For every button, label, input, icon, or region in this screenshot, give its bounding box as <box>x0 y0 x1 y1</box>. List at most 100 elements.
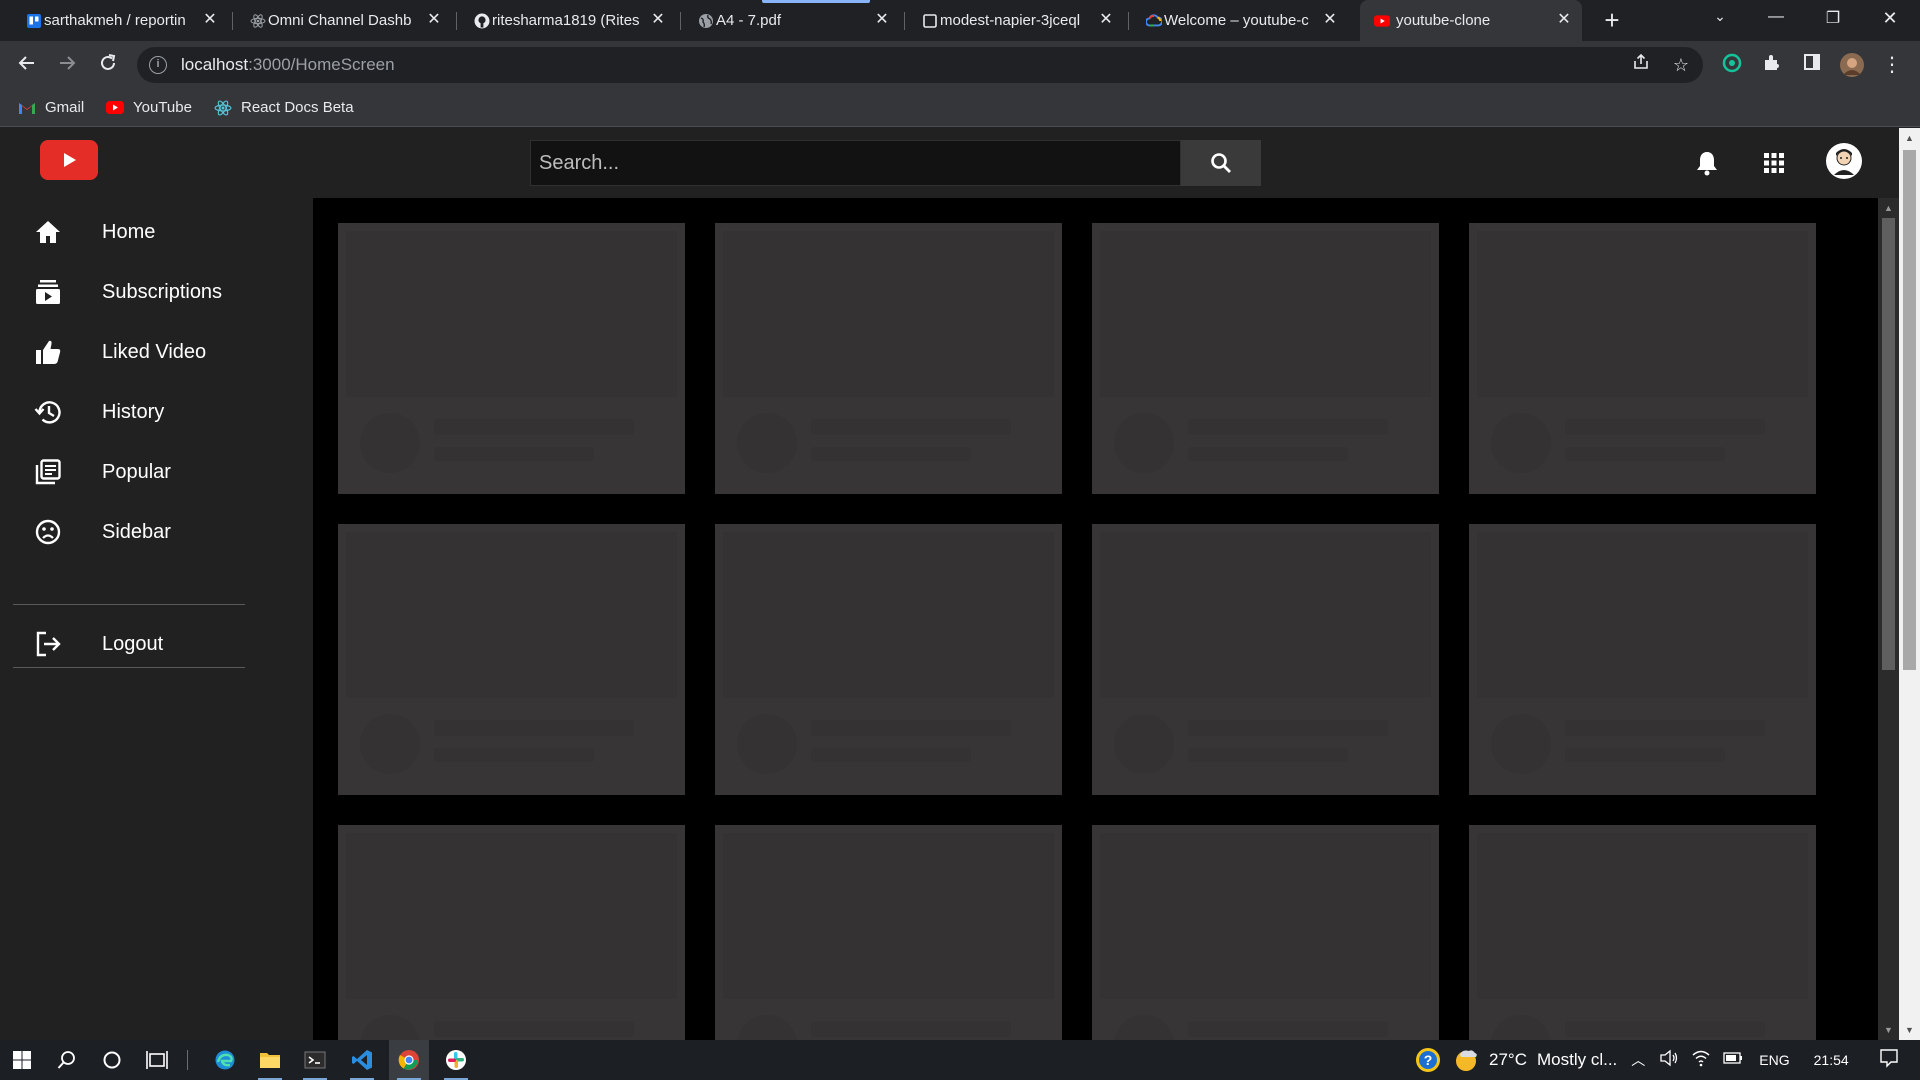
scroll-down-arrow[interactable]: ▼ <box>1878 1022 1899 1038</box>
video-card-skeleton[interactable] <box>338 524 685 795</box>
slack-icon <box>446 1050 466 1070</box>
taskbar-search-button[interactable] <box>47 1040 87 1080</box>
video-card-skeleton[interactable] <box>715 825 1062 1040</box>
video-thumbnail-placeholder <box>1100 231 1431 397</box>
grammarly-extension-icon[interactable] <box>1720 53 1744 77</box>
sidebar-item-sidebar[interactable]: Sidebar <box>0 508 313 556</box>
close-icon[interactable]: ✕ <box>426 12 442 28</box>
battery-icon[interactable] <box>1723 1051 1743 1069</box>
sidebar-item-liked-video[interactable]: Liked Video <box>0 328 313 376</box>
taskbar-slack[interactable] <box>436 1040 476 1080</box>
sidebar-item-subscriptions[interactable]: Subscriptions <box>0 268 313 316</box>
close-window-button[interactable]: ✕ <box>1870 8 1910 32</box>
video-card-skeleton[interactable] <box>1092 825 1439 1040</box>
bookmark-star-icon[interactable]: ☆ <box>1669 53 1693 77</box>
sidebar-item-history[interactable]: History <box>0 388 313 436</box>
tab-6[interactable]: Welcome – youtube-c ✕ <box>1138 0 1348 41</box>
channel-avatar-placeholder <box>1491 714 1551 774</box>
close-icon[interactable]: ✕ <box>874 12 890 28</box>
info-icon[interactable]: i <box>149 56 167 74</box>
restore-button[interactable]: ❐ <box>1813 8 1853 32</box>
notifications-center-icon[interactable] <box>1879 1048 1899 1073</box>
close-icon[interactable]: ✕ <box>650 12 666 28</box>
minimize-button[interactable]: — <box>1756 8 1796 32</box>
tab-5[interactable]: modest-napier-3jceql ✕ <box>914 0 1124 41</box>
taskbar-edge[interactable] <box>205 1040 245 1080</box>
video-card-skeleton[interactable] <box>338 223 685 494</box>
youtube-icon <box>106 100 124 116</box>
taskbar-file-explorer[interactable] <box>250 1040 290 1080</box>
video-card-skeleton[interactable] <box>1092 524 1439 795</box>
scroll-up-arrow[interactable]: ▲ <box>1899 130 1920 146</box>
weather-icon[interactable] <box>1451 1045 1481 1075</box>
channel-name-placeholder <box>1188 748 1348 762</box>
video-card-skeleton[interactable] <box>338 825 685 1040</box>
channel-avatar-placeholder <box>1114 714 1174 774</box>
sidebar-item-home[interactable]: Home <box>0 208 313 256</box>
close-icon[interactable]: ✕ <box>1322 12 1338 28</box>
taskbar-terminal[interactable] <box>295 1040 335 1080</box>
page-scrollbar[interactable]: ▲ ▼ <box>1899 128 1920 1040</box>
share-icon[interactable] <box>1629 53 1653 77</box>
video-card-skeleton[interactable] <box>715 524 1062 795</box>
close-icon[interactable]: ✕ <box>1098 12 1114 28</box>
bookmark-react-docs[interactable]: React Docs Beta <box>214 99 354 116</box>
video-card-skeleton[interactable] <box>1469 524 1816 795</box>
forward-button[interactable] <box>55 53 79 77</box>
close-icon[interactable]: ✕ <box>1556 12 1572 28</box>
content-scrollbar[interactable]: ▲ ▼ <box>1878 198 1899 1040</box>
profile-avatar[interactable] <box>1840 53 1864 77</box>
language-indicator[interactable]: ENG <box>1759 1052 1789 1068</box>
scrollbar-thumb[interactable] <box>1903 150 1916 670</box>
youtube-logo[interactable] <box>40 140 98 180</box>
video-card-skeleton[interactable] <box>1092 223 1439 494</box>
cortana-button[interactable] <box>92 1040 132 1080</box>
video-card-skeleton[interactable] <box>1469 223 1816 494</box>
chrome-menu-icon[interactable]: ⋮ <box>1880 53 1904 77</box>
start-button[interactable] <box>2 1040 42 1080</box>
scroll-up-arrow[interactable]: ▲ <box>1878 200 1899 216</box>
notifications-button[interactable] <box>1692 148 1722 178</box>
taskbar-chrome[interactable] <box>389 1040 429 1080</box>
search-input[interactable] <box>530 140 1181 186</box>
video-card-skeleton[interactable] <box>715 223 1062 494</box>
help-icon[interactable]: ? <box>1413 1045 1443 1075</box>
side-panel-icon[interactable] <box>1800 53 1824 77</box>
reload-button[interactable] <box>96 53 120 77</box>
scroll-down-arrow[interactable]: ▼ <box>1899 1022 1920 1038</box>
weather-temp[interactable]: 27°C <box>1489 1050 1527 1070</box>
volume-icon[interactable] <box>1659 1049 1679 1072</box>
user-avatar[interactable] <box>1826 143 1862 179</box>
task-view-button[interactable] <box>137 1040 177 1080</box>
sidebar-item-popular[interactable]: Popular <box>0 448 313 496</box>
scrollbar-thumb[interactable] <box>1882 218 1895 670</box>
tab-3[interactable]: ritesharma1819 (Rites ✕ <box>466 0 676 41</box>
tab-7-active[interactable]: youtube-clone ✕ <box>1360 0 1582 41</box>
bookmark-gmail[interactable]: Gmail <box>18 99 84 116</box>
weather-desc[interactable]: Mostly cl... <box>1537 1050 1617 1070</box>
tab-4[interactable]: A4 - 7.pdf ✕ <box>690 0 900 41</box>
extensions-puzzle-icon[interactable] <box>1760 53 1784 77</box>
close-icon[interactable]: ✕ <box>202 12 218 28</box>
search-button[interactable] <box>1181 140 1261 186</box>
tab-1[interactable]: sarthakmeh / reportin ✕ <box>18 0 228 41</box>
taskbar-vscode[interactable] <box>342 1040 382 1080</box>
back-button[interactable] <box>15 53 39 77</box>
address-bar[interactable]: i localhost:3000/HomeScreen ☆ <box>137 47 1703 83</box>
bookmark-youtube[interactable]: YouTube <box>106 99 192 116</box>
apps-button[interactable] <box>1759 148 1789 178</box>
tab-2[interactable]: Omni Channel Dashb ✕ <box>242 0 452 41</box>
chevron-up-icon[interactable]: ︿ <box>1631 1050 1645 1070</box>
new-tab-button[interactable]: + <box>1599 7 1625 34</box>
sidebar-divider <box>13 604 245 605</box>
video-card-skeleton[interactable] <box>1469 825 1816 1040</box>
browser-toolbar: i localhost:3000/HomeScreen ☆ ⋮ <box>0 41 1920 89</box>
sidebar-item-logout[interactable]: Logout <box>0 620 313 668</box>
github-icon <box>474 13 490 29</box>
sidebar: Home Subscriptions Liked Video History P… <box>0 198 313 1040</box>
url-text[interactable]: localhost:3000/HomeScreen <box>181 55 395 75</box>
wifi-icon[interactable] <box>1691 1049 1711 1072</box>
clock-time[interactable]: 21:54 <box>1814 1052 1849 1068</box>
tab-separator <box>456 12 457 30</box>
tab-search-icon[interactable]: ⌄ <box>1700 8 1740 32</box>
